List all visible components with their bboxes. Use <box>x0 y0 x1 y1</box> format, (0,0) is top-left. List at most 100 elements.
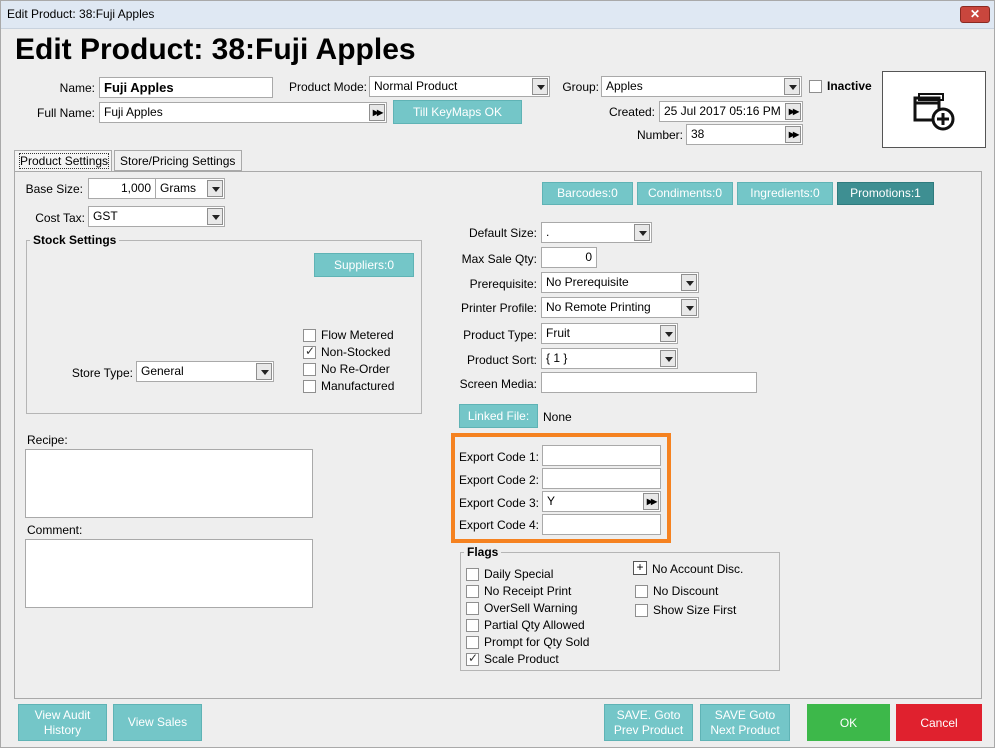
prompt-qty-sold-checkbox[interactable] <box>466 636 479 649</box>
prerequisite-select[interactable]: No Prerequisite <box>541 272 699 293</box>
export-code-3-value: Y <box>547 494 556 508</box>
product-sort-select[interactable]: { 1 } <box>541 348 678 369</box>
chevron-down-icon <box>207 208 223 225</box>
default-size-value: . <box>546 225 550 239</box>
linked-file-value: None <box>543 410 572 424</box>
product-sort-value: { 1 } <box>546 351 568 365</box>
non-stocked-label: Non-Stocked <box>321 345 391 359</box>
export-code-1-input[interactable] <box>542 445 661 466</box>
export-code-3-input[interactable]: Y ▶▶ <box>542 491 661 512</box>
printer-profile-value: No Remote Printing <box>546 300 651 314</box>
product-mode-select[interactable]: Normal Product <box>369 76 550 97</box>
cost-tax-label: Cost Tax: <box>35 211 85 225</box>
save-next-product-button[interactable]: SAVE Goto Next Product <box>700 704 790 741</box>
ok-button[interactable]: OK <box>807 704 890 741</box>
cancel-button[interactable]: Cancel <box>896 704 982 741</box>
fullname-label: Full Name: <box>36 106 95 120</box>
default-size-label: Default Size: <box>468 226 537 240</box>
base-size-input[interactable]: 1,000 <box>88 178 156 199</box>
view-sales-button[interactable]: View Sales <box>113 704 202 741</box>
page-title: Edit Product: 38:Fuji Apples <box>15 33 416 66</box>
no-discount-checkbox[interactable] <box>635 585 648 598</box>
printer-profile-label: Printer Profile: <box>460 301 537 315</box>
partial-qty-allowed-checkbox[interactable] <box>466 619 479 632</box>
no-re-order-label: No Re-Order <box>321 362 390 376</box>
add-image-icon <box>913 93 955 131</box>
screen-media-input[interactable] <box>541 372 757 393</box>
printer-profile-select[interactable]: No Remote Printing <box>541 297 699 318</box>
product-sort-label: Product Sort: <box>466 353 537 367</box>
oversell-warning-checkbox[interactable] <box>466 602 479 615</box>
recipe-textarea[interactable] <box>25 449 313 518</box>
base-size-unit-value: Grams <box>160 181 196 195</box>
fast-forward-icon[interactable]: ▶▶ <box>643 493 659 510</box>
chevron-down-icon <box>681 274 697 291</box>
fullname-input[interactable]: Fuji Apples ▶▶ <box>99 102 387 123</box>
oversell-warning-label: OverSell Warning <box>484 601 578 615</box>
product-mode-label: Product Mode: <box>288 80 367 94</box>
created-value: 25 Jul 2017 05:16 PM <box>664 104 781 118</box>
daily-special-checkbox[interactable] <box>466 568 479 581</box>
no-receipt-print-checkbox[interactable] <box>466 585 479 598</box>
till-keymaps-button[interactable]: Till KeyMaps OK <box>393 100 522 124</box>
group-select[interactable]: Apples <box>601 76 802 97</box>
store-type-label: Store Type: <box>71 366 133 380</box>
export-code-4-input[interactable] <box>542 514 661 535</box>
chevron-down-icon <box>660 350 676 367</box>
no-re-order-checkbox[interactable] <box>303 363 316 376</box>
number-input[interactable]: 38 ▶▶ <box>686 124 803 145</box>
no-discount-label: No Discount <box>653 584 719 598</box>
export-code-1-label: Export Code 1: <box>458 450 539 464</box>
chevron-down-icon <box>634 224 650 241</box>
non-stocked-checkbox[interactable] <box>303 344 316 359</box>
condiments-button[interactable]: Condiments:0 <box>637 182 733 205</box>
inactive-checkbox[interactable] <box>809 80 822 93</box>
export-code-4-label: Export Code 4: <box>458 518 539 532</box>
chevron-down-icon <box>784 78 800 95</box>
linked-file-button[interactable]: Linked File: <box>459 404 538 428</box>
view-audit-history-button[interactable]: View Audit History <box>18 704 107 741</box>
tab-product-settings-label: Product Settings <box>18 153 110 169</box>
store-type-select[interactable]: General <box>136 361 274 382</box>
max-sale-qty-input[interactable]: 0 <box>541 247 597 268</box>
product-type-select[interactable]: Fruit <box>541 323 678 344</box>
daily-special-label: Daily Special <box>484 567 554 581</box>
cost-tax-select[interactable]: GST <box>88 206 225 227</box>
store-type-value: General <box>141 364 184 378</box>
close-button[interactable]: ✕ <box>960 6 990 23</box>
suppliers-button[interactable]: Suppliers:0 <box>314 253 414 277</box>
fast-forward-icon[interactable]: ▶▶ <box>369 104 385 121</box>
ingredients-button[interactable]: Ingredients:0 <box>737 182 833 205</box>
prerequisite-value: No Prerequisite <box>546 275 629 289</box>
promotions-button[interactable]: Promotions:1 <box>837 182 934 205</box>
fast-forward-icon[interactable]: ▶▶ <box>785 103 801 120</box>
default-size-select[interactable]: . <box>541 222 652 243</box>
number-label: Number: <box>636 128 683 142</box>
comment-textarea[interactable] <box>25 539 313 608</box>
cost-tax-value: GST <box>93 209 118 223</box>
recipe-label: Recipe: <box>27 433 68 447</box>
barcodes-button[interactable]: Barcodes:0 <box>542 182 633 205</box>
chevron-down-icon <box>207 180 223 197</box>
base-size-unit-select[interactable]: Grams <box>155 178 225 199</box>
save-prev-product-button[interactable]: SAVE. Goto Prev Product <box>604 704 693 741</box>
title-bar: Edit Product: 38:Fuji Apples ✕ <box>1 1 994 29</box>
flow-metered-label: Flow Metered <box>321 328 394 342</box>
show-size-first-checkbox[interactable] <box>635 604 648 617</box>
tab-store-pricing-settings[interactable]: Store/Pricing Settings <box>114 150 242 171</box>
name-input[interactable]: Fuji Apples <box>99 77 273 98</box>
group-label: Group: <box>562 80 599 94</box>
export-code-3-label: Export Code 3: <box>458 496 539 510</box>
export-code-2-input[interactable] <box>542 468 661 489</box>
tab-product-settings[interactable]: Product Settings <box>14 150 112 172</box>
manufactured-checkbox[interactable] <box>303 380 316 393</box>
created-input[interactable]: 25 Jul 2017 05:16 PM ▶▶ <box>659 101 803 122</box>
expand-plus-icon[interactable]: + <box>633 561 647 575</box>
fast-forward-icon[interactable]: ▶▶ <box>785 126 801 143</box>
group-value: Apples <box>606 79 643 93</box>
product-image-box[interactable] <box>882 71 986 148</box>
stock-settings-title: Stock Settings <box>30 233 120 247</box>
partial-qty-allowed-label: Partial Qty Allowed <box>484 618 585 632</box>
flow-metered-checkbox[interactable] <box>303 329 316 342</box>
scale-product-checkbox[interactable] <box>466 651 479 666</box>
